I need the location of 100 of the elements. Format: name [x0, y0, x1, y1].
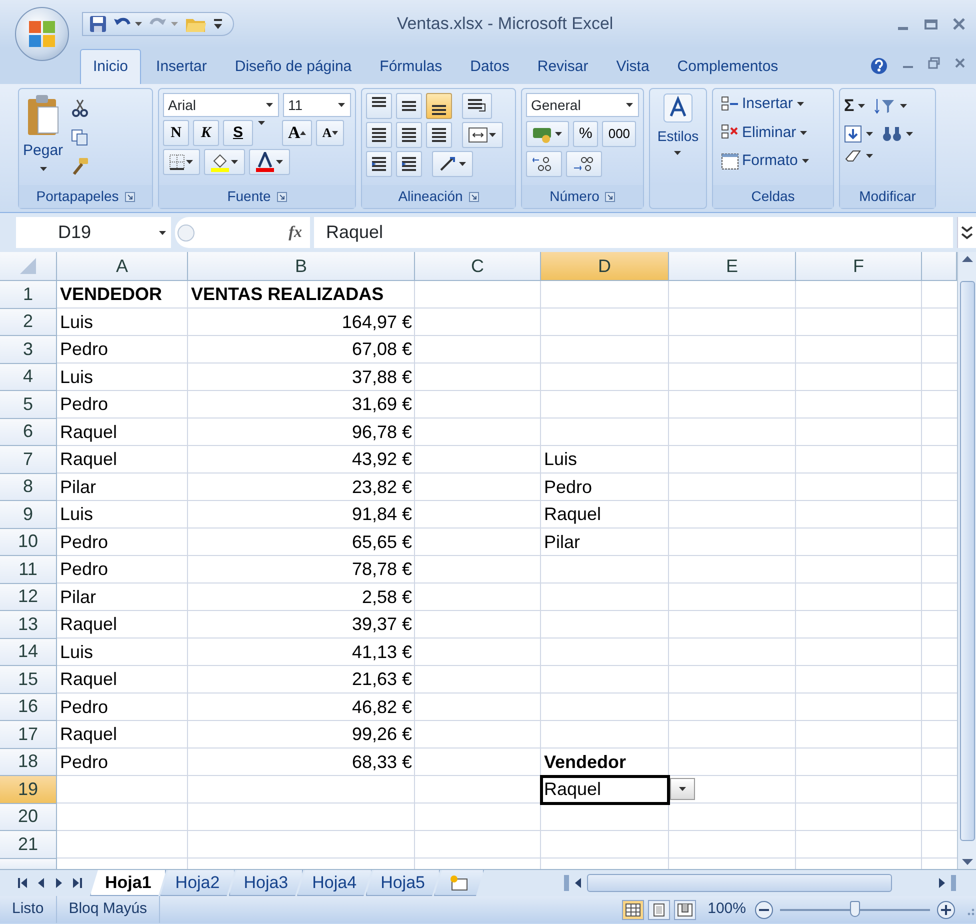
- row-header[interactable]: 17: [0, 721, 57, 748]
- row-header[interactable]: 15: [0, 666, 57, 694]
- decrease-decimal-button[interactable]: [566, 151, 602, 177]
- save-icon[interactable]: [89, 15, 107, 33]
- cells-menu-button[interactable]: Insertar: [721, 93, 829, 116]
- clear-button[interactable]: [844, 148, 874, 162]
- row-header[interactable]: 1: [0, 281, 57, 308]
- italic-button[interactable]: K: [193, 120, 219, 146]
- dialog-launcher-icon[interactable]: [605, 192, 616, 202]
- row-header[interactable]: 8: [0, 474, 57, 501]
- insert-function-button[interactable]: fx: [288, 220, 302, 244]
- row-header[interactable]: 6: [0, 418, 57, 446]
- dialog-launcher-icon[interactable]: [468, 192, 479, 202]
- ribbon-tab[interactable]: Diseño de página: [222, 48, 365, 84]
- restore-icon[interactable]: [928, 57, 940, 69]
- align-button[interactable]: [396, 93, 422, 119]
- orientation-button[interactable]: [432, 151, 473, 177]
- sheet-tab[interactable]: Hoja5: [366, 870, 440, 896]
- column-header[interactable]: A: [57, 252, 188, 281]
- sort-filter-button[interactable]: [874, 96, 908, 115]
- sheet-tab[interactable]: Hoja2: [160, 870, 235, 896]
- align-right-button[interactable]: [426, 122, 452, 148]
- column-header[interactable]: E: [669, 252, 796, 281]
- font-color-button[interactable]: [249, 149, 290, 175]
- format-painter-icon[interactable]: [71, 157, 90, 176]
- row-header[interactable]: 20: [0, 804, 57, 831]
- dialog-launcher-icon[interactable]: [124, 192, 135, 202]
- font-name-field[interactable]: Arial: [163, 93, 279, 117]
- zoom-out-icon[interactable]: [754, 900, 774, 920]
- row-header[interactable]: 9: [0, 501, 57, 528]
- close-icon[interactable]: [954, 57, 966, 69]
- row-header[interactable]: 18: [0, 748, 57, 776]
- view-button[interactable]: [674, 900, 696, 920]
- sheet-tab[interactable]: Hoja4: [297, 870, 372, 896]
- formula-value[interactable]: Raquel: [326, 219, 384, 246]
- zoom-level[interactable]: 100%: [708, 898, 746, 921]
- ribbon-tab[interactable]: Complementos: [664, 48, 792, 84]
- borders-button[interactable]: [163, 149, 200, 175]
- number-format-field[interactable]: General: [526, 93, 639, 117]
- customize-caret-icon[interactable]: [213, 18, 223, 30]
- zoom-in-icon[interactable]: [936, 900, 956, 920]
- scissors-icon[interactable]: [71, 98, 90, 117]
- align-center-button[interactable]: [396, 122, 422, 148]
- next-sheet-icon[interactable]: [54, 877, 64, 889]
- outdent-button[interactable]: [366, 151, 392, 177]
- copy-icon[interactable]: [71, 128, 90, 146]
- view-button[interactable]: [622, 900, 644, 920]
- underline-button[interactable]: S: [223, 120, 253, 146]
- autosum-button[interactable]: Σ: [844, 93, 866, 118]
- align-left-button[interactable]: [366, 122, 392, 148]
- ribbon-tab[interactable]: Revisar: [524, 48, 602, 84]
- selected-cell[interactable]: Raquel: [541, 776, 669, 804]
- indent-button[interactable]: [396, 151, 422, 177]
- ribbon-tab[interactable]: Fórmulas: [366, 48, 456, 84]
- sheet-tab[interactable]: Hoja3: [228, 870, 304, 896]
- scroll-right-icon[interactable]: [937, 877, 947, 889]
- dialog-launcher-icon[interactable]: [276, 192, 287, 202]
- wrap-text-button[interactable]: [462, 93, 492, 119]
- expand-icon[interactable]: [959, 224, 975, 242]
- view-button[interactable]: [648, 900, 670, 920]
- first-sheet-icon[interactable]: [18, 877, 28, 889]
- column-header[interactable]: D: [541, 252, 669, 281]
- row-header[interactable]: 19: [0, 776, 57, 804]
- merge-button[interactable]: [462, 122, 503, 148]
- column-header[interactable]: B: [188, 252, 415, 281]
- last-sheet-icon[interactable]: [72, 877, 82, 889]
- row-header[interactable]: 12: [0, 584, 57, 611]
- fill-button[interactable]: [844, 124, 874, 142]
- zoom-slider-thumb[interactable]: [850, 900, 860, 916]
- row-header[interactable]: 21: [0, 831, 57, 858]
- currency-button[interactable]: [526, 121, 569, 147]
- find-button[interactable]: [882, 124, 914, 142]
- horizontal-scroll-thumb[interactable]: [586, 874, 892, 892]
- sheet-tab[interactable]: Hoja1: [90, 870, 166, 896]
- row-header[interactable]: 10: [0, 528, 57, 556]
- row-header[interactable]: 13: [0, 611, 57, 638]
- column-header[interactable]: F: [796, 252, 922, 281]
- font-size-field[interactable]: 11: [283, 93, 351, 117]
- help-icon[interactable]: [870, 57, 888, 75]
- column-header[interactable]: C: [415, 252, 541, 281]
- cells-menu-button[interactable]: Formato: [721, 150, 829, 172]
- row-header[interactable]: 5: [0, 391, 57, 418]
- split-handle-icon[interactable]: [564, 875, 569, 891]
- ribbon-tab[interactable]: Vista: [603, 48, 662, 84]
- maximize-icon[interactable]: [924, 17, 938, 31]
- close-icon[interactable]: [952, 17, 966, 31]
- ribbon-tab[interactable]: Insertar: [143, 48, 220, 84]
- split-handle-icon[interactable]: [951, 875, 956, 891]
- name-box[interactable]: D19: [16, 217, 171, 248]
- increase-decimal-button[interactable]: [526, 151, 562, 177]
- thousands-button[interactable]: 000: [602, 121, 636, 147]
- cells-menu-button[interactable]: Eliminar: [721, 122, 829, 144]
- scroll-thumb[interactable]: [960, 280, 974, 840]
- scroll-left-icon[interactable]: [572, 877, 583, 889]
- row-header[interactable]: 11: [0, 556, 57, 584]
- row-header[interactable]: 16: [0, 694, 57, 721]
- bold-button[interactable]: N: [163, 120, 189, 146]
- row-header[interactable]: 4: [0, 364, 57, 391]
- row-header[interactable]: 3: [0, 336, 57, 364]
- ribbon-tab[interactable]: Datos: [457, 48, 522, 84]
